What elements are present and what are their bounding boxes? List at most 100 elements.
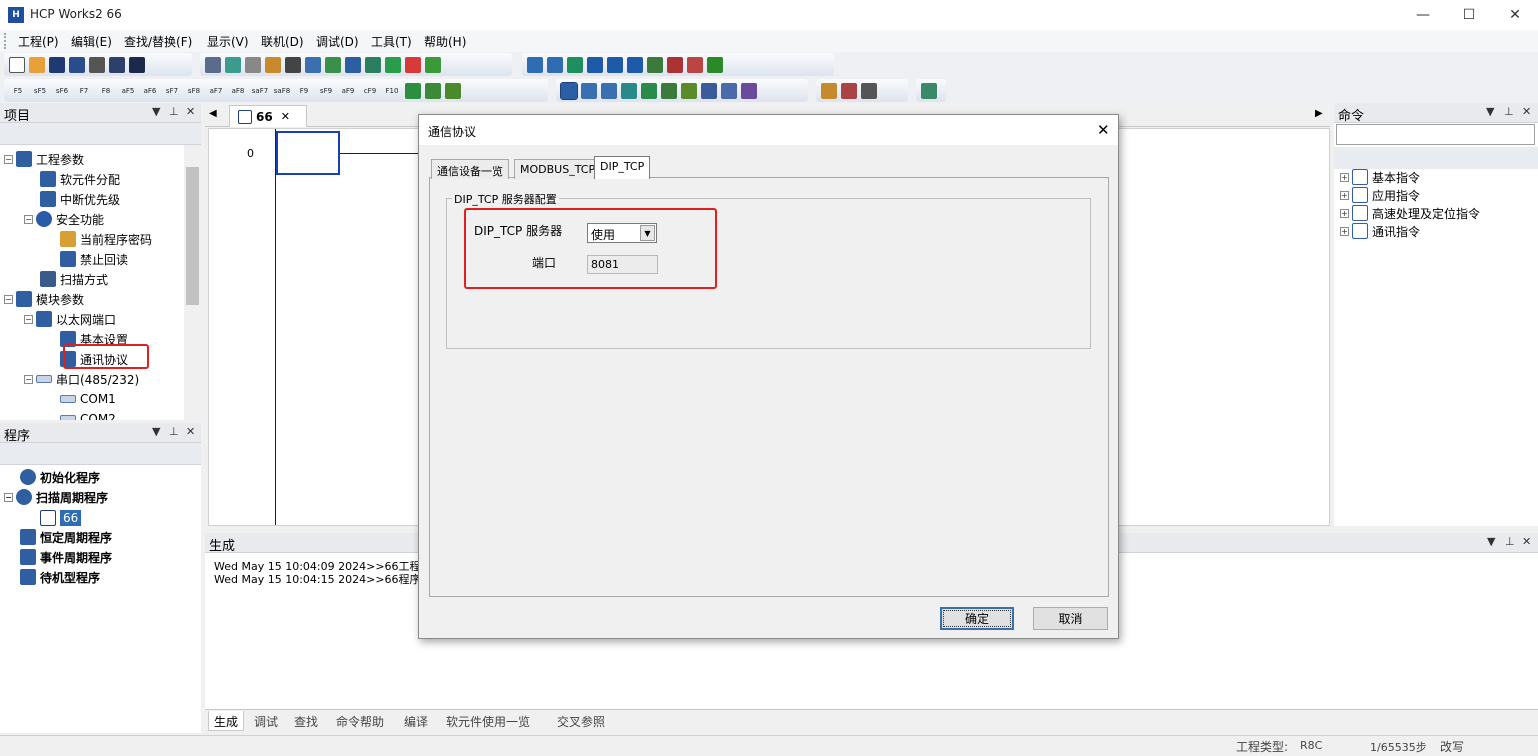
plc-verify-icon[interactable] (627, 56, 643, 73)
command-search-input[interactable] (1336, 124, 1535, 145)
panel-pin-icon[interactable]: ⊥ (1505, 535, 1515, 548)
cmd-node-application[interactable]: + 应用指令 (1340, 186, 1420, 204)
print-icon[interactable] (89, 56, 105, 73)
tree-node-com2[interactable]: COM2 (60, 410, 116, 420)
plc-stop-icon[interactable] (861, 82, 877, 99)
open-folder-icon[interactable] (29, 56, 45, 73)
collapse-icon[interactable]: − (24, 214, 33, 224)
tab-dip-tcp[interactable]: DIP_TCP (594, 156, 651, 179)
menu-debug[interactable]: 调试(D) (316, 33, 359, 50)
transfer-icon[interactable] (547, 56, 563, 73)
ladder-f9-button[interactable]: F9 (294, 87, 314, 95)
tab-modbus-tcp[interactable]: MODBUS_TCP (514, 159, 602, 179)
plc-write-icon[interactable] (607, 56, 623, 73)
window-cascade-icon[interactable] (687, 56, 703, 73)
minimize-button[interactable]: — (1400, 0, 1446, 30)
panel-pin-icon[interactable]: ⊥ (169, 425, 179, 438)
tab-debug[interactable]: 调试 (249, 711, 283, 731)
menu-edit[interactable]: 编辑(E) (71, 33, 112, 50)
tab-cross-reference[interactable]: 交叉参照 (552, 711, 610, 731)
ladder-sf7-button[interactable]: sF7 (162, 87, 182, 95)
close-button[interactable]: ✕ (1492, 0, 1538, 30)
tree-node-security[interactable]: − 安全功能 (24, 210, 104, 228)
cmd-node-highspeed[interactable]: + 高速处理及定位指令 (1340, 204, 1480, 222)
collapse-icon[interactable]: − (24, 374, 33, 384)
menu-help[interactable]: 帮助(H) (424, 33, 466, 50)
ladder-tool-3-icon[interactable] (445, 82, 461, 99)
ladder-sf8-button[interactable]: sF8 (184, 87, 204, 95)
menu-online[interactable]: 联机(D) (261, 33, 304, 50)
arrow-swap-icon[interactable] (921, 82, 937, 99)
undo-icon[interactable] (225, 56, 241, 73)
ladder-sf5-button[interactable]: sF5 (30, 87, 50, 95)
cmd-node-basic[interactable]: + 基本指令 (1340, 168, 1420, 186)
insert-row-icon[interactable] (385, 56, 401, 73)
panel-close-icon[interactable]: ✕ (1522, 535, 1531, 548)
tab-scroll-right-icon[interactable]: ▶ (1315, 108, 1323, 119)
ladder-f7-button[interactable]: F7 (74, 87, 94, 95)
view-tool-5-icon[interactable] (721, 82, 737, 99)
ladder-f10-button[interactable]: F10 (382, 87, 402, 95)
ladder-f5-button[interactable]: F5 (8, 87, 28, 95)
monitor-icon[interactable] (647, 56, 663, 73)
ladder-f8-button[interactable]: F8 (96, 87, 116, 95)
find-device-icon[interactable] (305, 56, 321, 73)
cut-icon[interactable] (285, 56, 301, 73)
collapse-icon[interactable]: − (4, 294, 13, 304)
ladder-af7-button[interactable]: aF7 (206, 87, 226, 95)
panel-pin-icon[interactable]: ⊥ (169, 105, 179, 118)
new-file-icon[interactable] (9, 56, 25, 73)
tree-node-program-66[interactable]: 66 (40, 509, 82, 527)
ladder-cursor[interactable] (276, 131, 340, 175)
connect-icon[interactable] (527, 56, 543, 73)
tree-node-project-params[interactable]: − 工程参数 (4, 150, 84, 168)
menu-project[interactable]: 工程(P) (18, 33, 59, 50)
expand-icon[interactable]: + (1340, 208, 1349, 218)
tree-node-init-program[interactable]: 初始化程序 (20, 468, 100, 486)
cmd-node-comm[interactable]: + 通讯指令 (1340, 222, 1420, 240)
view-tool-3-icon[interactable] (681, 82, 697, 99)
collapse-icon[interactable]: − (4, 492, 13, 502)
save-as-icon[interactable] (69, 56, 85, 73)
window-icon[interactable] (205, 56, 221, 73)
tree-node-constant-program[interactable]: 恒定周期程序 (20, 528, 112, 546)
collapse-icon[interactable]: − (24, 314, 33, 324)
help-icon[interactable] (109, 56, 125, 73)
tab-command-help[interactable]: 命令帮助 (331, 711, 389, 731)
cancel-button[interactable]: 取消 (1033, 607, 1108, 630)
info-icon[interactable] (129, 56, 145, 73)
panel-close-icon[interactable]: ✕ (186, 425, 195, 438)
panel-dropdown-icon[interactable]: ▼ (1486, 105, 1494, 118)
ladder-saf8-button[interactable]: saF8 (272, 87, 292, 95)
tree-node-standby-program[interactable]: 待机型程序 (20, 568, 100, 586)
view-device-icon[interactable] (621, 82, 637, 99)
project-tree-scrollbar[interactable] (184, 145, 201, 420)
view-tool-1-icon[interactable] (641, 82, 657, 99)
view-comment-icon[interactable] (601, 82, 617, 99)
ladder-af8-button[interactable]: aF8 (228, 87, 248, 95)
ladder-af6-button[interactable]: aF6 (140, 87, 160, 95)
panel-close-icon[interactable]: ✕ (186, 105, 195, 118)
tree-node-scan-program[interactable]: − 扫描周期程序 (4, 488, 108, 506)
expand-icon[interactable]: + (1340, 190, 1349, 200)
find-replace-icon[interactable] (325, 56, 341, 73)
tree-node-ethernet[interactable]: − 以太网端口 (24, 310, 116, 328)
tree-node-event-program[interactable]: 事件周期程序 (20, 548, 112, 566)
tree-node-no-readback[interactable]: 禁止回读 (60, 250, 128, 268)
expand-icon[interactable]: + (1340, 226, 1349, 236)
view-tool-6-icon[interactable] (741, 82, 757, 99)
plc-read-icon[interactable] (587, 56, 603, 73)
plc-check-icon[interactable] (707, 56, 723, 73)
ladder-af5-button[interactable]: aF5 (118, 87, 138, 95)
ladder-sf9-button[interactable]: sF9 (316, 87, 336, 95)
ladder-tool-2-icon[interactable] (425, 82, 441, 99)
view-list-icon[interactable] (581, 82, 597, 99)
panel-dropdown-icon[interactable]: ▼ (152, 105, 160, 118)
tree-node-device-alloc[interactable]: 软元件分配 (40, 170, 120, 188)
tab-find[interactable]: 查找 (289, 711, 323, 731)
tree-node-com1[interactable]: COM1 (60, 390, 116, 408)
view-tool-4-icon[interactable] (701, 82, 717, 99)
tab-66[interactable]: 66 ✕ (229, 105, 307, 127)
view-tool-2-icon[interactable] (661, 82, 677, 99)
tree-node-password[interactable]: 当前程序密码 (60, 230, 152, 248)
